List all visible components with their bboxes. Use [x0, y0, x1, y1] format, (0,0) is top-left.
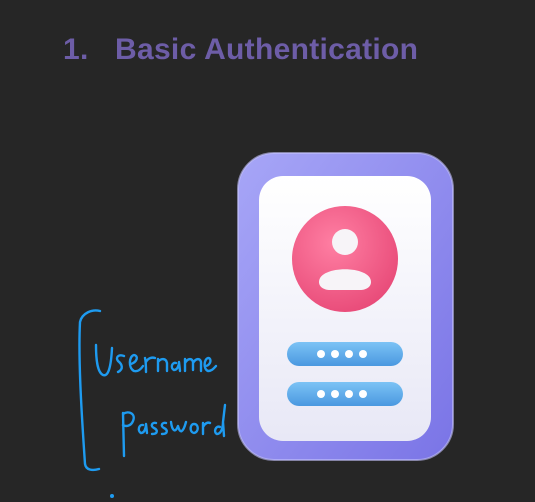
slide: 1. Basic Authentication — [0, 0, 535, 502]
handwritten-password — [121, 403, 227, 458]
handwritten-annotation — [78, 309, 227, 498]
handwritten-username — [94, 343, 218, 377]
ink-dot — [110, 494, 114, 498]
bracket-mark — [78, 309, 102, 472]
